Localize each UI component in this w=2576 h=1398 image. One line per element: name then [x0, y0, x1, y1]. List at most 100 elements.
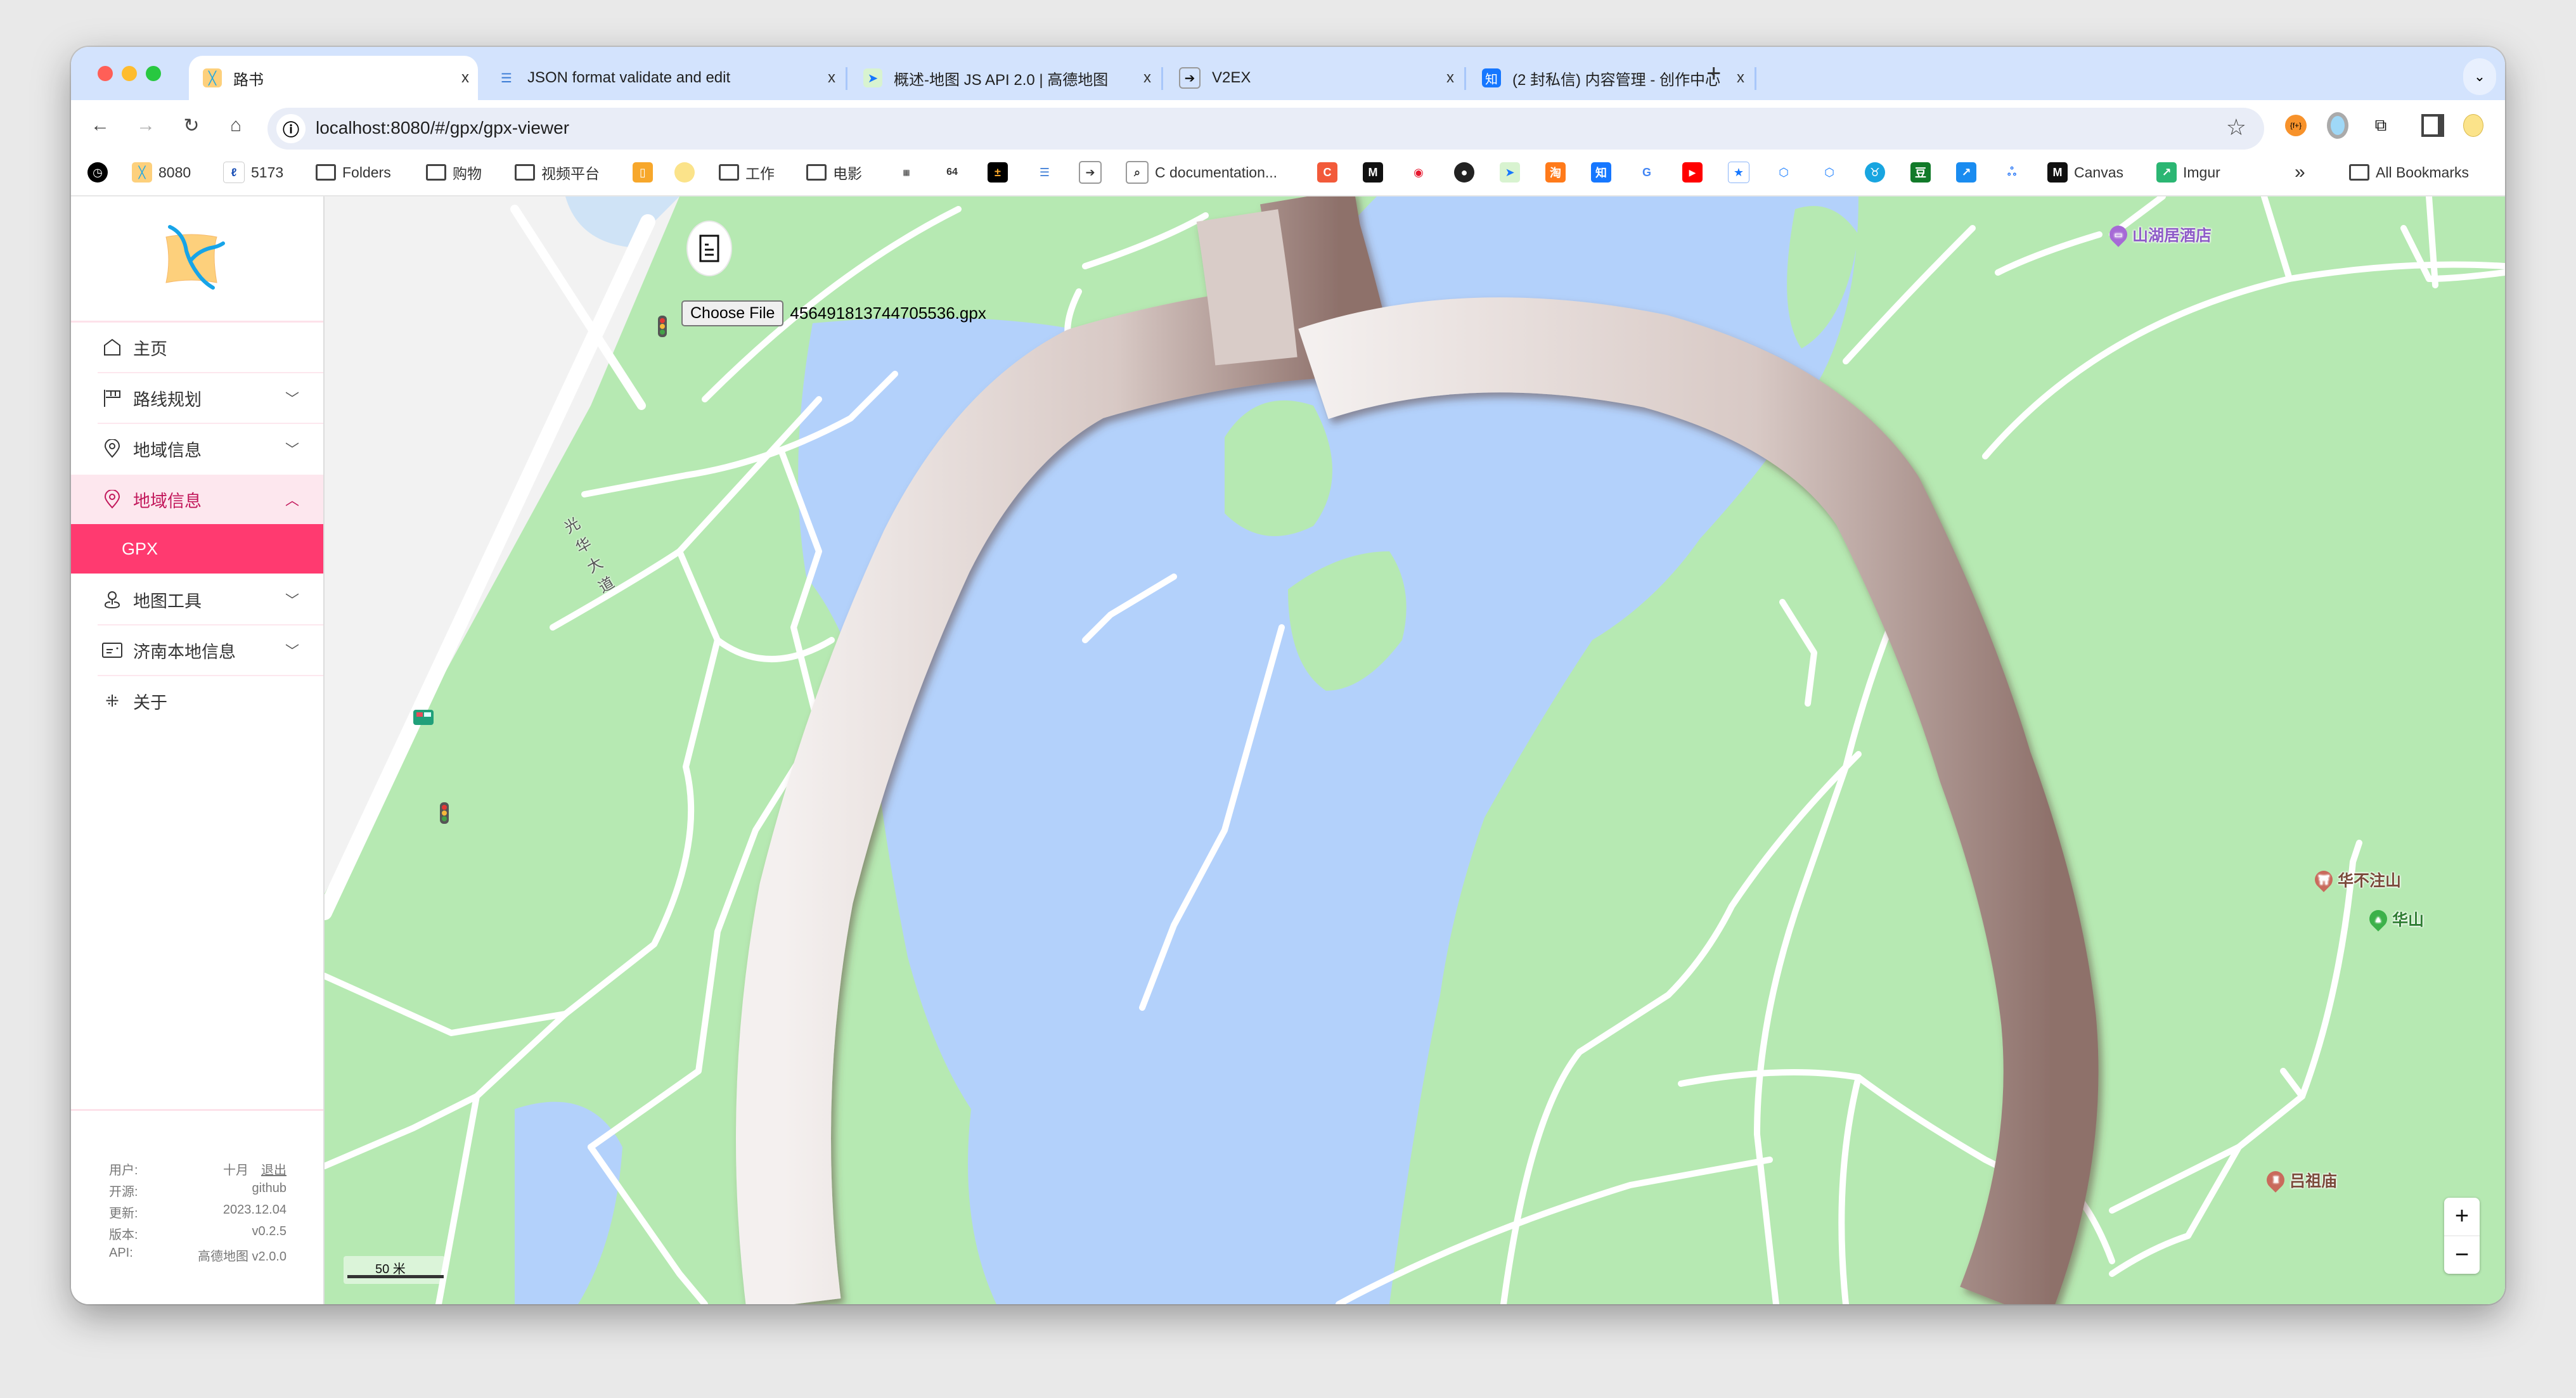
imgur-icon: ↗ — [2156, 162, 2177, 183]
bookmark-juejin[interactable]: ⬡ — [1774, 161, 1800, 184]
close-window-button[interactable] — [98, 66, 113, 81]
bookmark-medium[interactable]: M — [1363, 161, 1389, 184]
folder-icon — [426, 162, 446, 183]
bookmark-imgur[interactable]: ↗ Imgur — [2156, 161, 2220, 184]
traffic-light-icon — [658, 316, 667, 337]
bookmark-taobao[interactable]: 淘 — [1545, 161, 1572, 184]
poi-huashan[interactable]: ▲ 华山 — [2366, 906, 2424, 932]
chevron-down-icon: ﹀ — [285, 593, 300, 608]
sidebar-item-region-info-expanded[interactable]: 地域信息 ︿ — [71, 475, 323, 524]
bookmark-clock[interactable]: ◷ — [87, 161, 114, 184]
document-button[interactable] — [688, 222, 731, 275]
logout-link[interactable]: 退出 — [261, 1160, 287, 1178]
poi-huabuzhu-mountain[interactable]: ⛩ 华不注山 — [2311, 867, 2401, 892]
sidebar-item-about[interactable]: ⁜ 关于 — [71, 676, 323, 726]
baidu-cloud-icon: ஃ — [2007, 165, 2017, 178]
close-tab-icon[interactable]: x — [1438, 69, 1463, 87]
extensions-puzzle-icon[interactable]: ⧉ — [2368, 113, 2393, 138]
tab-json-format[interactable]: ☰ JSON format validate and edit x — [483, 56, 844, 100]
site-info-icon[interactable]: ⓘ — [276, 114, 306, 143]
home-icon — [101, 337, 123, 358]
folder-icon — [515, 162, 535, 183]
zoom-out-button[interactable]: − — [2444, 1236, 2480, 1274]
bookmark-amap[interactable]: ➤ — [1500, 161, 1526, 184]
sidebar-subitem-gpx[interactable]: GPX — [71, 524, 323, 574]
poi-lvzu-temple[interactable]: ♜ 吕祖庙 — [2263, 1167, 2337, 1193]
tab-v2ex[interactable]: ➔ V2EX x — [1165, 56, 1463, 100]
tab-search-button[interactable]: ⌄ — [2463, 58, 2496, 95]
taobao-icon: 淘 — [1545, 162, 1566, 183]
url-text[interactable]: localhost:8080/#/gpx/gpx-viewer — [316, 118, 569, 138]
sidebar-item-map-tools[interactable]: 地图工具 ﹀ — [71, 575, 323, 624]
back-button[interactable]: ← — [86, 112, 114, 139]
pond — [515, 1101, 622, 1304]
bookmark-baidu-cloud[interactable]: ஃ — [2002, 161, 2028, 184]
bookmark-base64[interactable]: 64 — [942, 161, 969, 184]
bookmark-weibo[interactable]: ◉ — [1408, 161, 1435, 184]
bookmark-chick[interactable] — [674, 161, 701, 184]
json-lines-icon: ☰ — [1039, 165, 1050, 179]
zoom-in-button[interactable]: + — [2444, 1198, 2480, 1236]
bookmark-canvas[interactable]: M Canvas — [2047, 161, 2123, 184]
bookmark-folder-shopping[interactable]: 购物 — [426, 161, 482, 184]
address-bar[interactable]: ⓘ localhost:8080/#/gpx/gpx-viewer ☆ — [267, 108, 2264, 150]
amap-icon: ➤ — [863, 68, 882, 87]
new-tab-button[interactable]: + — [1706, 60, 1721, 88]
all-bookmarks-button[interactable]: All Bookmarks — [2349, 161, 2469, 184]
bookmark-bull[interactable]: ♉ — [1865, 161, 1891, 184]
bookmark-star-icon[interactable]: ☆ — [2226, 114, 2246, 141]
home-button[interactable]: ⌂ — [222, 112, 250, 139]
close-tab-icon[interactable]: x — [1135, 69, 1160, 87]
bookmark-github[interactable]: ● — [1454, 161, 1481, 184]
gpx-file-input[interactable]: Choose File 456491813744705536.gpx — [681, 300, 986, 326]
minimize-window-button[interactable] — [122, 66, 137, 81]
bookmark-douban[interactable]: 豆 — [1910, 161, 1937, 184]
bookmark-folder-folders[interactable]: Folders — [316, 161, 391, 184]
bookmark-juejin-plus[interactable]: ⬡ — [1819, 161, 1846, 184]
vite-icon: ℓ — [223, 162, 245, 183]
profile-avatar-chick-icon[interactable] — [2461, 113, 2486, 138]
choose-file-button[interactable]: Choose File — [681, 300, 784, 326]
bookmark-google[interactable]: G — [1637, 161, 1663, 184]
sidebar-item-home[interactable]: 主页 — [71, 323, 323, 372]
bookmark-json-grid[interactable]: ▦ — [896, 161, 923, 184]
id-card-icon — [101, 639, 123, 661]
flag-icon — [101, 387, 123, 409]
close-tab-icon[interactable]: x — [453, 69, 478, 87]
bookmark-zhihu[interactable]: 知 — [1591, 161, 1618, 184]
forward-button[interactable]: → — [132, 112, 160, 139]
maximize-window-button[interactable] — [146, 66, 161, 81]
bookmark-calculator[interactable]: ± — [988, 161, 1014, 184]
bookmark-c[interactable]: C — [1317, 161, 1344, 184]
bookmark-youtube[interactable]: ▶ — [1682, 161, 1709, 184]
side-panel-icon[interactable] — [2420, 113, 2445, 138]
arrow-right-icon: → — [136, 115, 155, 136]
more-bookmarks-button[interactable]: » — [2295, 161, 2305, 184]
reload-button[interactable]: ↻ — [177, 112, 205, 139]
browser-menu-kebab-icon[interactable]: ⋮ — [2497, 113, 2505, 138]
close-tab-icon[interactable]: x — [819, 69, 844, 87]
extension-json-formatter-icon[interactable]: {f+} — [2283, 113, 2309, 138]
bookmark-folder-video[interactable]: 视频平台 — [515, 161, 600, 184]
bookmark-8080[interactable]: ╳ 8080 — [132, 161, 191, 184]
bookmark-folder-movies[interactable]: 电影 — [806, 161, 862, 184]
poi-hotel[interactable]: ▭ 山湖居酒店 — [2106, 222, 2212, 247]
map-canvas[interactable]: 光华大道 Choose File 456491813744705536.gpx … — [325, 196, 2505, 1304]
close-tab-icon[interactable]: x — [1728, 69, 1753, 87]
extension-ring-icon[interactable] — [2325, 112, 2350, 139]
bookmark-c-documentation[interactable]: ⌕ C documentation... — [1126, 161, 1277, 184]
bookmark-json-lines[interactable]: ☰ — [1034, 161, 1061, 184]
bookmark-star[interactable]: ★ — [1728, 161, 1756, 184]
bookmark-v2ex[interactable]: ➔ — [1079, 161, 1108, 184]
sidebar-item-route-planning[interactable]: 路线规划 ﹀ — [71, 373, 323, 423]
bookmark-book[interactable]: ▯ — [633, 161, 659, 184]
tab-lushu[interactable]: ╳ 路书 x — [189, 56, 478, 100]
folder-icon — [806, 162, 827, 183]
bookmark-chart[interactable]: ↗ — [1956, 161, 1983, 184]
github-link[interactable]: github — [252, 1181, 287, 1196]
sidebar-item-jinan-local-info[interactable]: 济南本地信息 ﹀ — [71, 625, 323, 675]
sidebar-item-region-info[interactable]: 地域信息 ﹀ — [71, 424, 323, 473]
bookmark-5173[interactable]: ℓ 5173 — [223, 161, 283, 184]
tab-amap-api[interactable]: ➤ 概述-地图 JS API 2.0 | 高德地图 x — [849, 56, 1160, 100]
bookmark-folder-work[interactable]: 工作 — [719, 161, 775, 184]
